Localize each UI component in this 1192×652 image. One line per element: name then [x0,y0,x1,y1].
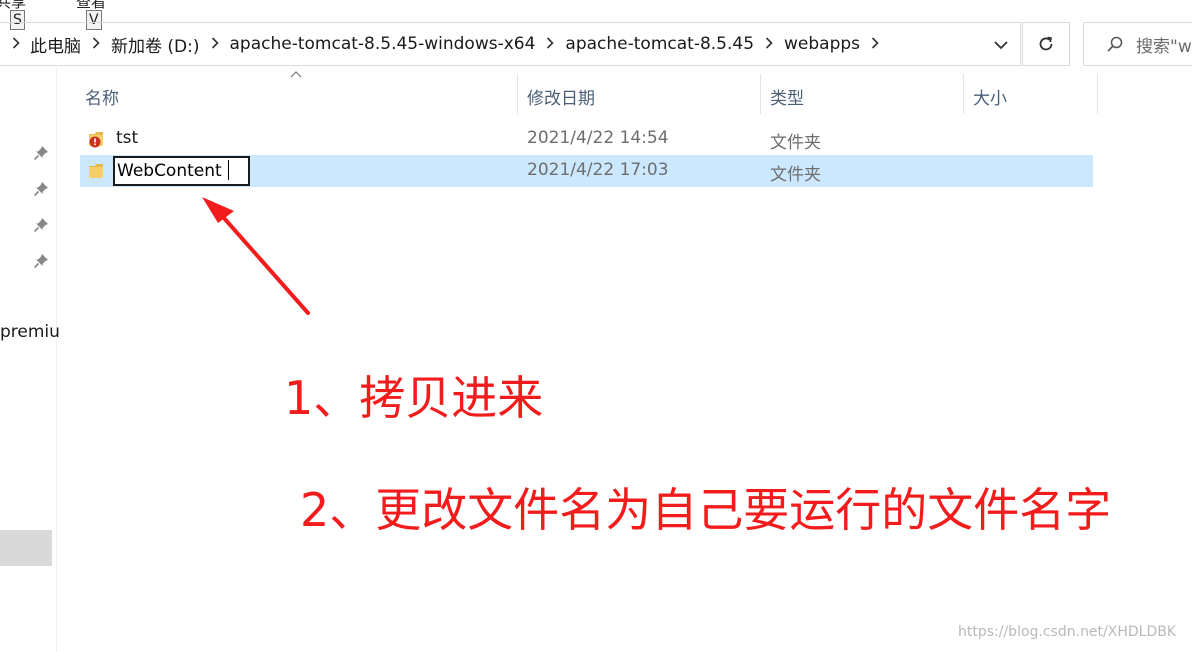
breadcrumb-tomcat[interactable]: apache-tomcat-8.5.45 [565,34,754,54]
file-name[interactable]: tst [116,128,138,148]
nav-item-selected[interactable] [0,530,52,566]
ribbon-tabs: 共享 查看 [0,0,1192,14]
chevron-right-icon[interactable] [12,36,20,52]
refresh-button[interactable] [1022,22,1070,66]
chevron-down-icon [994,41,1008,50]
pin-icon[interactable] [33,217,49,233]
column-header-name[interactable]: 名称 [85,84,119,109]
search-box[interactable]: 搜索"w [1083,22,1192,66]
watermark: https://blog.csdn.net/XHDLDBK [958,624,1177,640]
history-dropdown-button[interactable] [986,32,1016,58]
folder-icon [89,132,103,148]
rename-input-value[interactable]: WebContent [117,161,222,181]
column-header-size[interactable]: 大小 [973,84,1007,109]
annotation-step-2: 2、更改文件名为自己要运行的文件名字 [300,483,1112,537]
chevron-right-icon[interactable] [871,36,879,52]
chevron-right-icon[interactable] [765,36,773,52]
chevron-right-icon[interactable] [211,36,219,52]
breadcrumb-volume-d[interactable]: 新加卷 (D:) [111,32,200,57]
pin-icon[interactable] [33,145,49,161]
file-type: 文件夹 [770,133,821,153]
annotation-step-1: 1、拷贝进来 [284,371,544,425]
column-divider[interactable] [517,74,518,114]
breadcrumb-webapps[interactable]: webapps [784,34,860,54]
file-date: 2021/4/22 14:54 [527,128,669,148]
nav-item-partial[interactable]: premiu [0,322,60,342]
folder-icon [89,164,103,178]
chevron-right-icon[interactable] [92,36,100,52]
sort-ascending-icon [290,71,302,78]
chevron-right-icon[interactable] [546,36,555,52]
breadcrumb-tomcat-windows[interactable]: apache-tomcat-8.5.45-windows-x64 [230,34,536,54]
breadcrumb-this-pc[interactable]: 此电脑 [30,32,81,57]
pin-icon[interactable] [33,181,49,197]
column-divider[interactable] [1097,74,1098,114]
column-divider[interactable] [760,74,761,114]
address-bar[interactable]: 此电脑 新加卷 (D:) apache-tomcat-8.5.45-window… [0,22,1021,66]
column-header-date[interactable]: 修改日期 [527,84,595,109]
column-divider[interactable] [963,74,964,114]
rename-input[interactable]: WebContent [113,156,250,186]
pin-icon[interactable] [33,253,49,269]
refresh-icon [1039,36,1053,51]
annotation-arrow-icon [202,197,310,315]
file-type: 文件夹 [770,165,821,185]
file-date: 2021/4/22 17:03 [527,160,669,180]
search-icon [1107,36,1123,52]
file-row-tst[interactable]: tst 2021/4/22 14:54 文件夹 [80,123,1093,155]
text-caret [228,160,230,180]
column-header-type[interactable]: 类型 [770,84,804,109]
search-input[interactable]: 搜索"w [1136,32,1192,57]
